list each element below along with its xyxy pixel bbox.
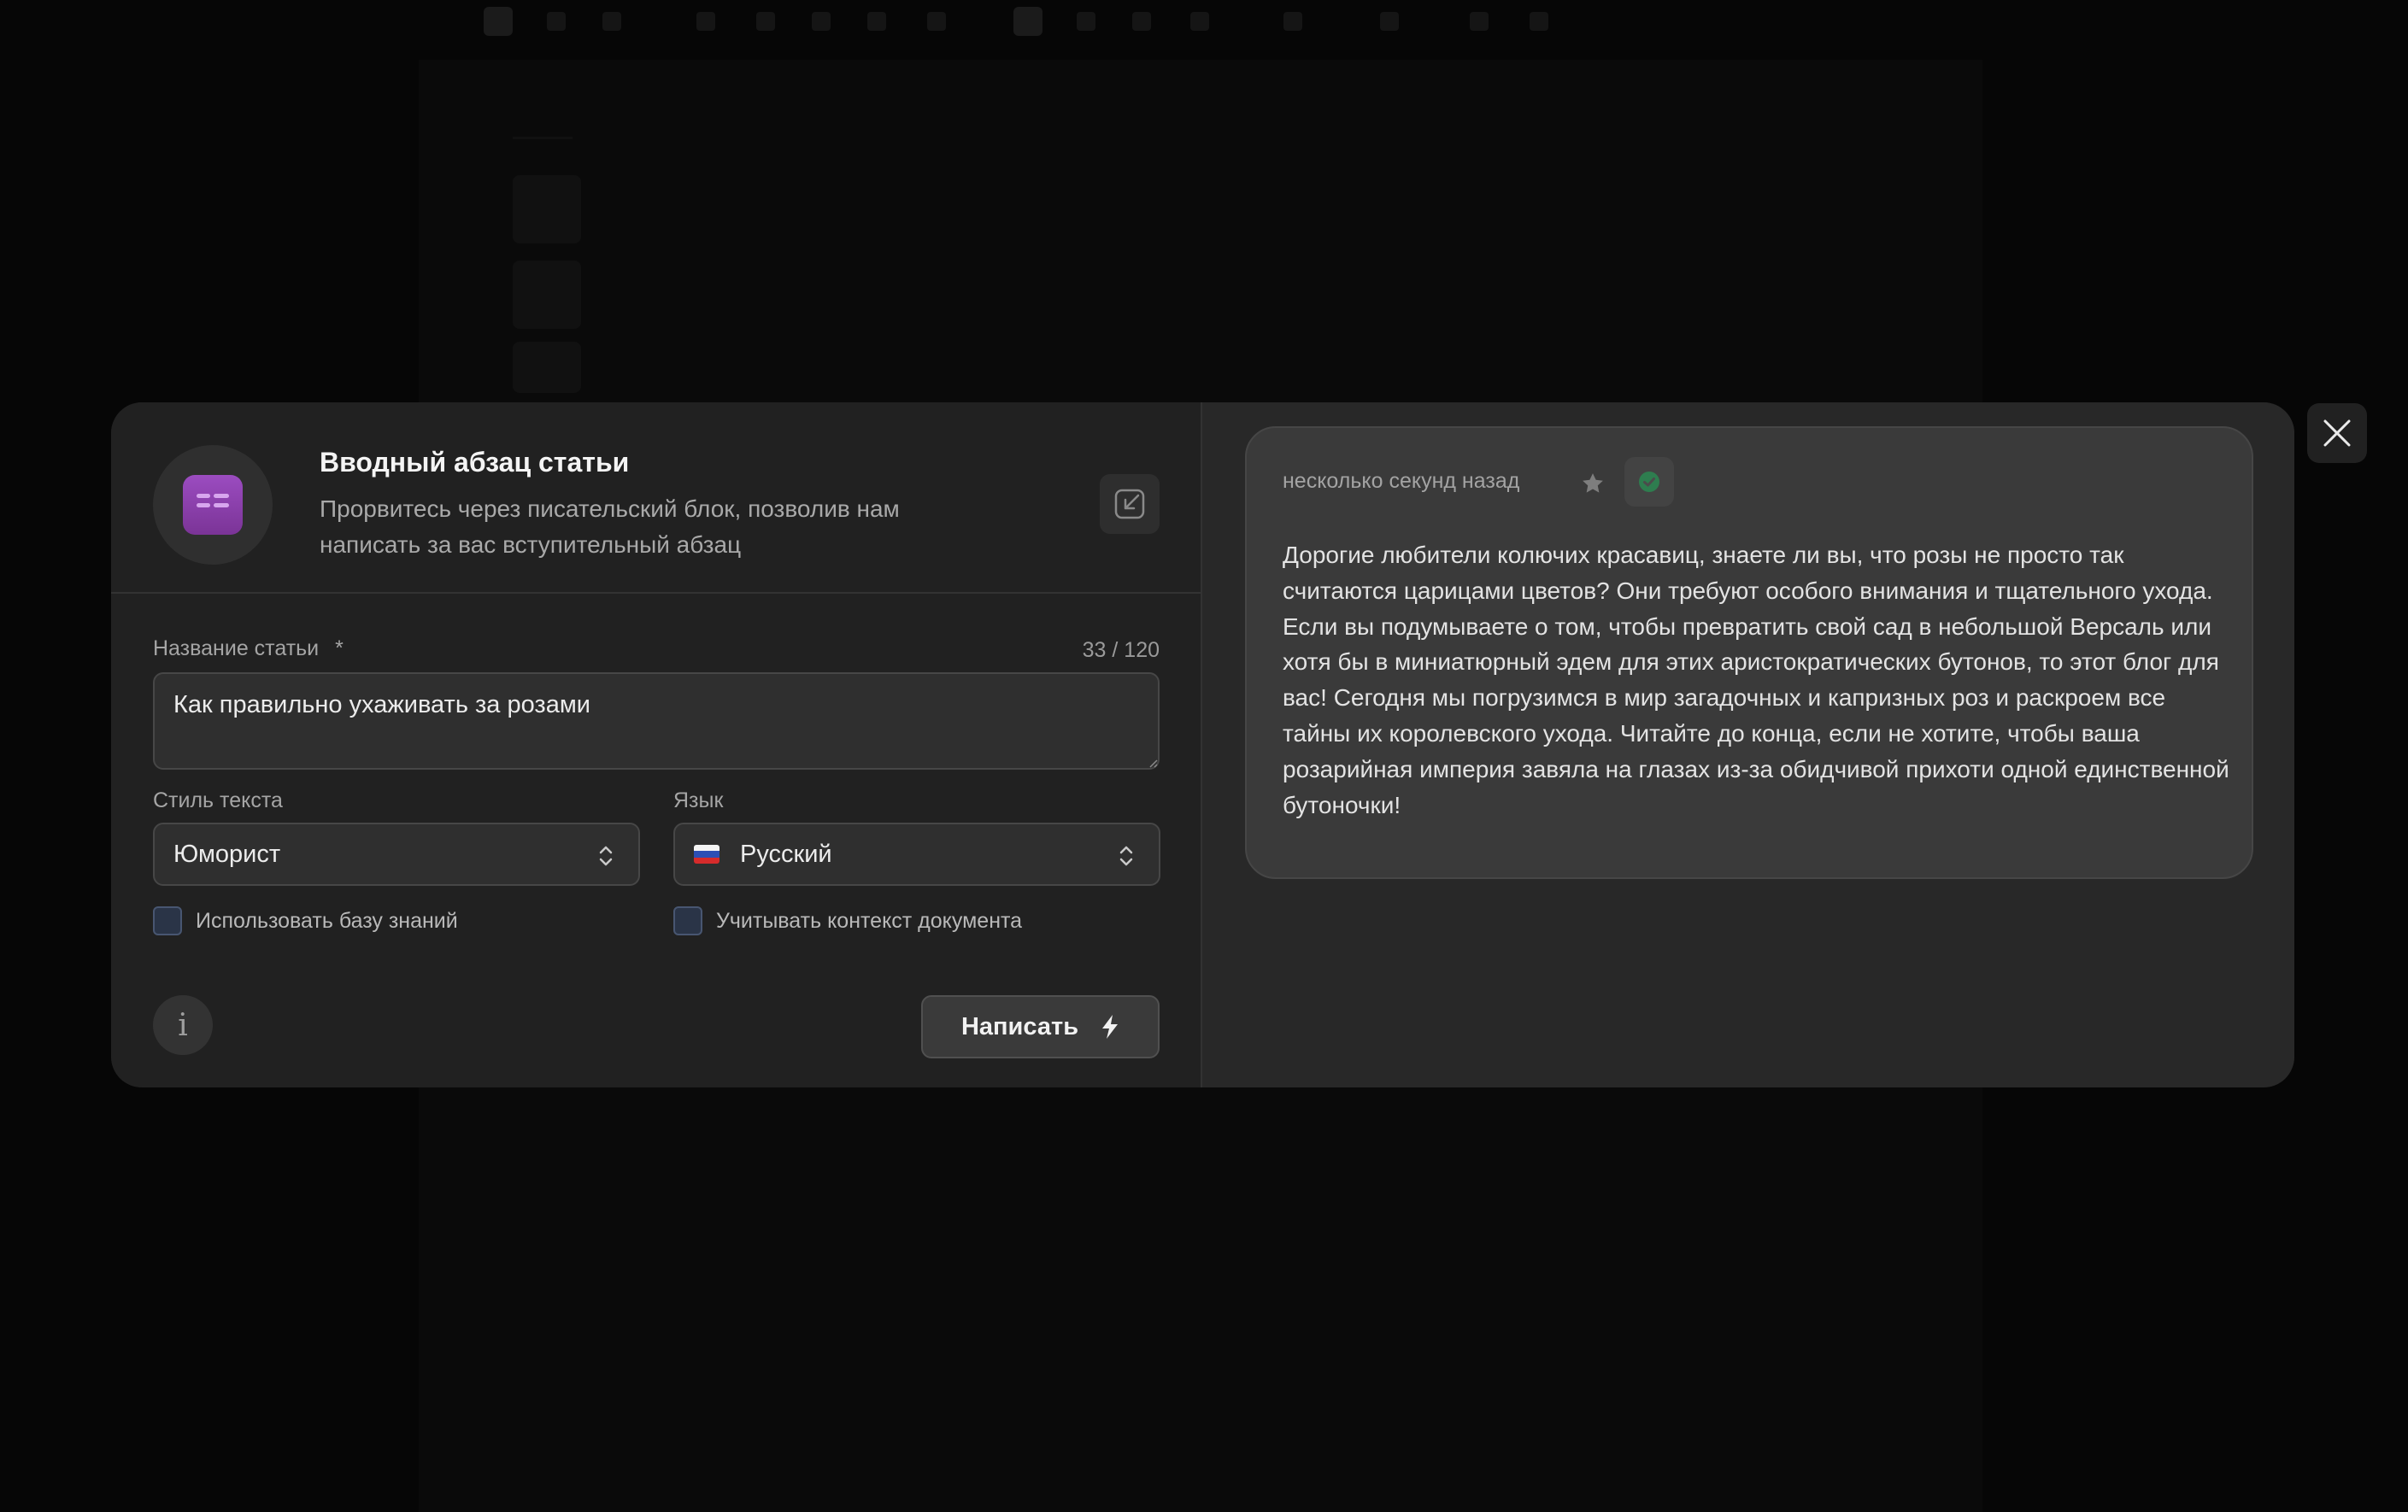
form-pane: Вводный абзац статьи Прорвитесь через пи…	[111, 402, 1201, 1087]
article-title-input[interactable]: Как правильно ухаживать за розами	[153, 672, 1160, 770]
intro-paragraph-modal: Вводный абзац статьи Прорвитесь через пи…	[111, 402, 2294, 1087]
title-label-text: Название статьи	[153, 636, 319, 660]
document-context-checkbox[interactable]	[673, 906, 702, 935]
star-icon	[1580, 471, 1606, 496]
bg-toolbar-button	[1380, 12, 1399, 31]
bg-toolbar-button	[867, 12, 886, 31]
bg-toolbar-button	[756, 12, 775, 31]
resize-grip-icon[interactable]	[1148, 758, 1158, 768]
title-field-label: Название статьи *	[153, 636, 344, 661]
language-select-value: Русский	[740, 841, 832, 869]
block-icon-wrapper	[153, 445, 273, 565]
check-circle-icon	[1637, 470, 1661, 494]
result-pane: несколько секунд назад Дорогие любители …	[1201, 402, 2294, 1087]
bg-toolbar-button	[1132, 12, 1151, 31]
language-select[interactable]: Русский	[673, 823, 1160, 886]
bg-toolbar-button	[1013, 7, 1042, 36]
character-counter: 33 / 120	[1083, 638, 1160, 663]
knowledge-base-checkbox-row[interactable]: Использовать базу знаний	[153, 906, 458, 935]
chevron-updown-icon	[1118, 843, 1135, 869]
style-select-value: Юморист	[173, 841, 280, 869]
bg-divider	[513, 137, 573, 139]
write-button-label: Написать	[961, 1013, 1078, 1041]
lightning-icon	[1101, 1014, 1119, 1040]
bg-toolbar-button	[1470, 12, 1489, 31]
bg-toolbar-button	[1283, 12, 1302, 31]
bg-toolbar-button	[696, 12, 715, 31]
style-field-label: Стиль текста	[153, 788, 283, 813]
modal-header: Вводный абзац статьи Прорвитесь через пи…	[111, 402, 1201, 594]
write-button[interactable]: Написать	[921, 995, 1160, 1058]
bg-toolbar-button	[484, 7, 513, 36]
knowledge-base-label: Использовать базу знаний	[196, 909, 458, 934]
paragraph-block-icon	[183, 475, 243, 535]
info-button[interactable]: i	[153, 995, 213, 1055]
modal-description: Прорвитесь через писательский блок, позв…	[320, 491, 1003, 563]
result-card: несколько секунд назад Дорогие любители …	[1245, 426, 2253, 879]
accept-button[interactable]	[1624, 457, 1674, 507]
russia-flag-icon	[694, 845, 719, 864]
bg-block	[513, 261, 581, 329]
bg-toolbar-button	[1077, 12, 1095, 31]
modal-title: Вводный абзац статьи	[320, 447, 629, 478]
result-timestamp: несколько секунд назад	[1283, 469, 1519, 494]
generated-paragraph: Дорогие любители колючих красавиц, знает…	[1283, 537, 2231, 823]
document-context-label: Учитывать контекст документа	[716, 909, 1022, 934]
bg-toolbar-button	[927, 12, 946, 31]
close-icon	[2323, 419, 2352, 448]
bg-toolbar-button	[547, 12, 566, 31]
favorite-button[interactable]	[1571, 462, 1614, 505]
bg-block	[513, 175, 581, 243]
required-mark: *	[335, 636, 344, 660]
chevron-updown-icon	[597, 843, 614, 869]
style-select[interactable]: Юморист	[153, 823, 640, 886]
bg-toolbar-button	[812, 12, 831, 31]
bg-block	[513, 342, 581, 393]
language-field-label: Язык	[673, 788, 723, 813]
info-icon: i	[178, 1008, 188, 1043]
close-button[interactable]	[2307, 403, 2367, 463]
bg-toolbar-button	[1190, 12, 1209, 31]
bg-toolbar-button	[602, 12, 621, 31]
bg-toolbar-button	[1530, 12, 1548, 31]
document-context-checkbox-row[interactable]: Учитывать контекст документа	[673, 906, 1022, 935]
collapse-button[interactable]	[1100, 474, 1160, 534]
collapse-arrow-icon	[1113, 487, 1147, 521]
knowledge-base-checkbox[interactable]	[153, 906, 182, 935]
